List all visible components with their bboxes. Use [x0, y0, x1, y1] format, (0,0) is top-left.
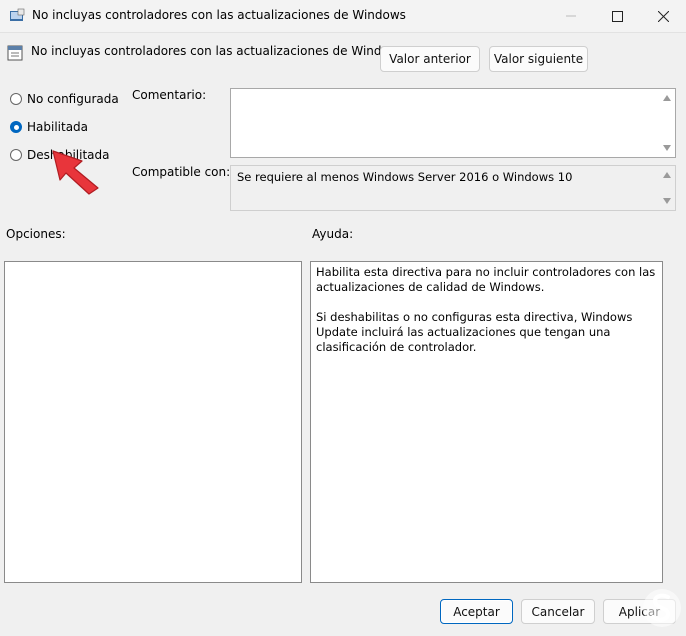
radio-not-configured[interactable]: No configurada: [10, 92, 119, 106]
radio-enabled-indicator[interactable]: [10, 121, 22, 133]
supported-value: Se requiere al menos Windows Server 2016…: [237, 170, 573, 184]
minimize-button[interactable]: [548, 0, 594, 32]
help-paragraph: Habilita esta directiva para no incluir …: [316, 265, 656, 294]
radio-not-configured-indicator[interactable]: [10, 93, 22, 105]
maximize-icon: [611, 10, 623, 22]
comment-value: [231, 89, 675, 95]
maximize-button[interactable]: [594, 0, 640, 32]
radio-disabled-indicator[interactable]: [10, 149, 22, 161]
cancel-button[interactable]: Cancelar: [521, 599, 595, 624]
next-setting-button[interactable]: Valor siguiente: [489, 46, 588, 72]
policy-name: No incluyas controladores con las actual…: [31, 44, 405, 58]
ok-button[interactable]: Aceptar: [440, 599, 513, 624]
comment-scrollbar[interactable]: [659, 89, 675, 157]
supported-field: Se requiere al menos Windows Server 2016…: [230, 165, 676, 211]
comment-label: Comentario:: [132, 88, 207, 102]
supported-label: Compatible con:: [132, 165, 231, 179]
help-text: Habilita esta directiva para no incluir …: [311, 262, 662, 373]
radio-enabled-label: Habilitada: [27, 120, 89, 134]
previous-setting-button[interactable]: Valor anterior: [380, 46, 480, 72]
help-label: Ayuda:: [312, 227, 354, 241]
options-label: Opciones:: [6, 227, 66, 241]
radio-enabled[interactable]: Habilitada: [10, 120, 88, 134]
policy-editor-icon: [10, 8, 25, 21]
scroll-down-icon[interactable]: [663, 145, 671, 151]
help-panel[interactable]: Habilita esta directiva para no incluir …: [310, 261, 663, 583]
help-paragraph: Si deshabilitas o no configuras esta dir…: [316, 310, 633, 354]
close-button[interactable]: [640, 0, 686, 32]
options-panel[interactable]: [4, 261, 302, 583]
radio-not-configured-label: No configurada: [27, 92, 119, 106]
policy-setting-icon: [7, 45, 23, 61]
minimize-icon: [566, 15, 576, 17]
pointer-arrow-icon: [52, 150, 99, 195]
title-bar: No incluyas controladores con las actual…: [0, 0, 686, 33]
scroll-down-icon[interactable]: [663, 198, 671, 204]
scroll-up-icon[interactable]: [663, 172, 671, 178]
solvetic-watermark-logo: [643, 589, 681, 627]
window-title: No incluyas controladores con las actual…: [32, 8, 406, 22]
supported-scrollbar[interactable]: [659, 166, 675, 210]
comment-textarea[interactable]: [230, 88, 676, 158]
scroll-up-icon[interactable]: [663, 95, 671, 101]
close-icon: [657, 10, 669, 22]
